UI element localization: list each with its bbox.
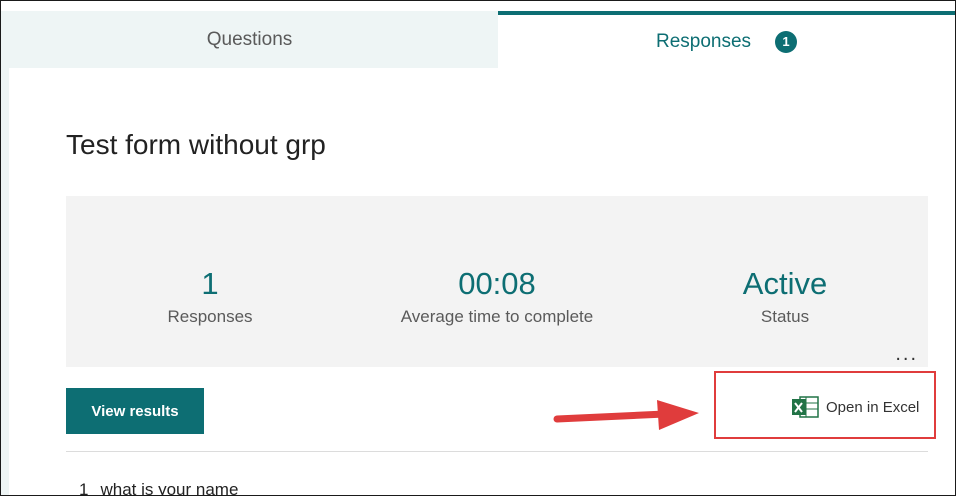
tab-questions-label: Questions bbox=[206, 28, 293, 50]
section-divider bbox=[66, 451, 928, 452]
question-text: what is your name bbox=[100, 480, 239, 496]
arrow-annotation bbox=[553, 400, 699, 430]
open-in-excel-label: Open in Excel bbox=[826, 398, 920, 416]
responses-count: 1 bbox=[201, 266, 219, 301]
question-item: 1 what is your name bbox=[79, 480, 239, 496]
left-background-strip bbox=[1, 68, 9, 495]
open-in-excel-button[interactable]: Open in Excel bbox=[791, 393, 919, 421]
average-time-label: Average time to complete bbox=[400, 307, 594, 326]
status-label: Status bbox=[760, 307, 810, 326]
form-responses-window: Questions Responses 1 Test form without … bbox=[0, 0, 956, 496]
response-summary-panel: 1 Responses 00:08 Average time to comple… bbox=[66, 196, 928, 367]
responses-label: Responses bbox=[167, 307, 253, 326]
responses-stat: 1 Responses bbox=[60, 264, 360, 327]
status-stat: Active Status bbox=[635, 264, 935, 327]
view-results-button[interactable]: View results bbox=[66, 388, 204, 434]
form-title: Test form without grp bbox=[66, 129, 326, 160]
tab-bar: Questions Responses 1 bbox=[1, 1, 955, 68]
average-time-value: 00:08 bbox=[458, 266, 536, 301]
question-number: 1 bbox=[79, 480, 89, 496]
excel-icon bbox=[792, 396, 819, 418]
tab-responses-label: Responses bbox=[655, 30, 752, 52]
responses-count-badge: 1 bbox=[775, 30, 798, 53]
more-options-icon[interactable]: ... bbox=[895, 344, 918, 364]
tab-responses[interactable]: Responses 1 bbox=[498, 11, 955, 68]
tab-questions[interactable]: Questions bbox=[1, 11, 498, 68]
status-value: Active bbox=[742, 266, 828, 301]
average-time-stat: 00:08 Average time to complete bbox=[347, 264, 647, 327]
